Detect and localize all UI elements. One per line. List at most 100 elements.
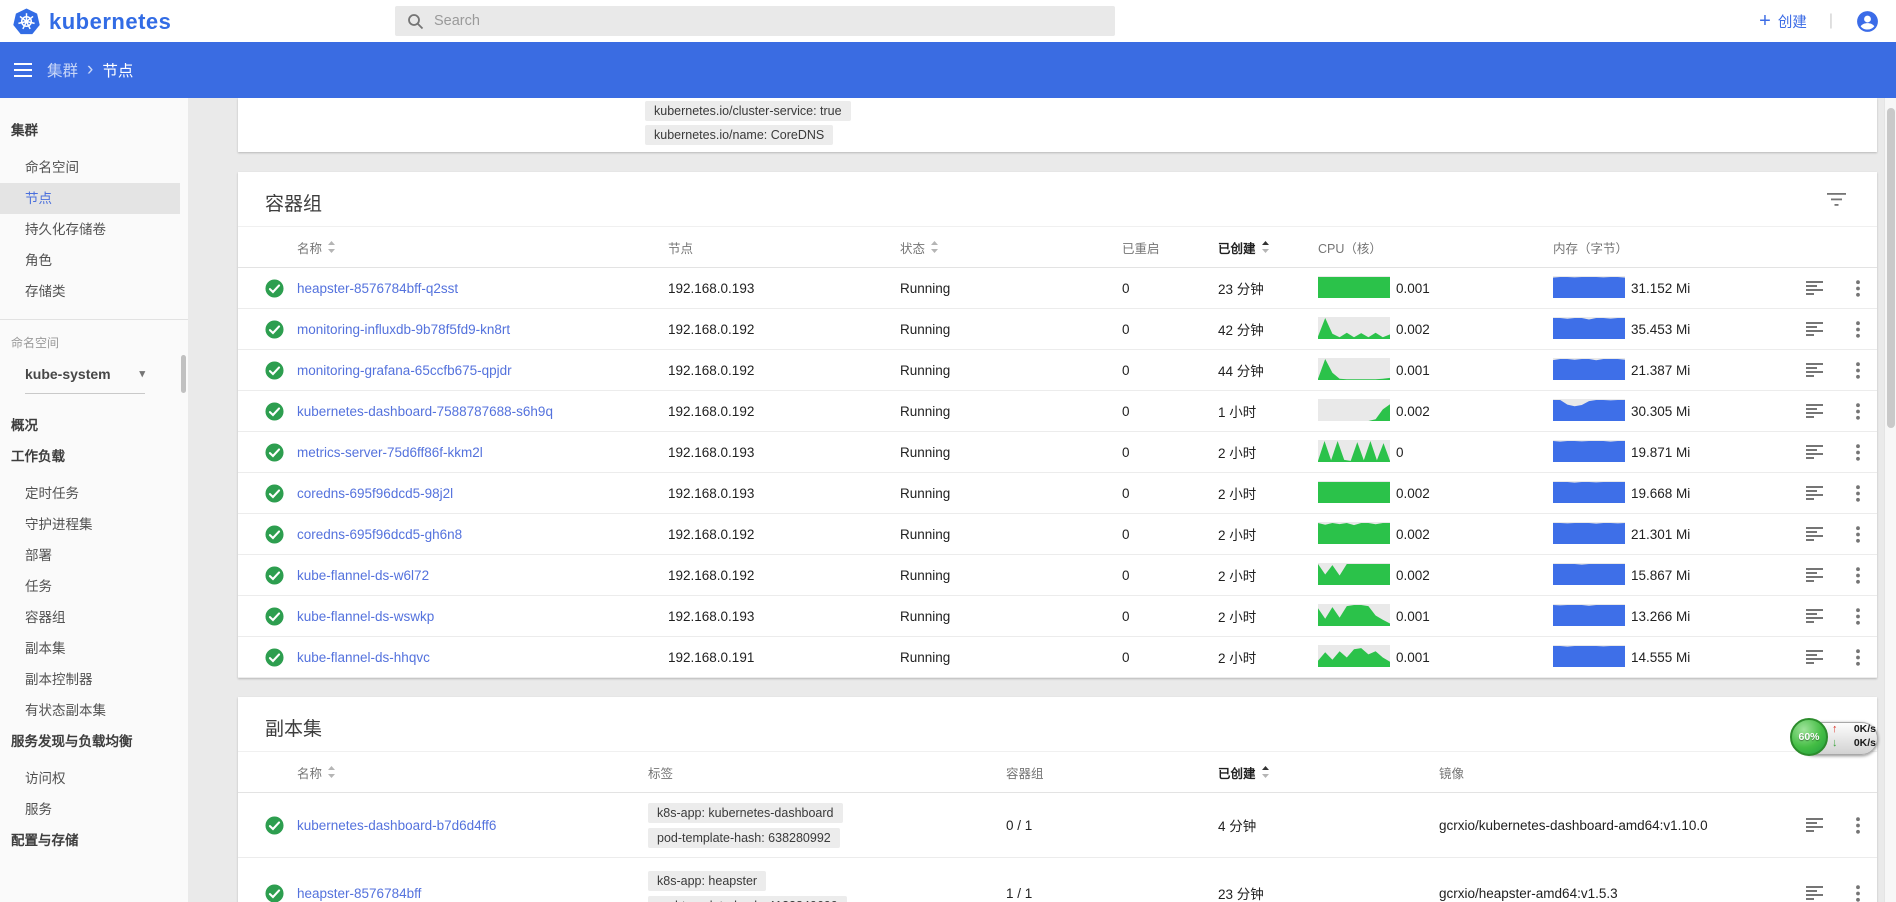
pod-created: 2 小时 (1218, 483, 1318, 503)
pod-name-link[interactable]: kube-flannel-ds-w6l72 (297, 568, 429, 583)
pod-status-ok-icon (265, 279, 297, 298)
network-monitor-overlay[interactable]: 60% ↑ 0K/s ↓ 0K/s (1790, 716, 1882, 760)
pod-menu-button[interactable] (1838, 280, 1877, 297)
pod-menu-button[interactable] (1838, 608, 1877, 625)
sidebar-scrollbar[interactable] (181, 355, 186, 393)
pod-menu-button[interactable] (1838, 649, 1877, 666)
pod-table-row[interactable]: kube-flannel-ds-w6l72 192.168.0.192 Runn… (238, 555, 1877, 596)
sidebar-namespace-select[interactable]: kube-system▾ (25, 354, 145, 394)
breadcrumb-parent[interactable]: 集群 (47, 59, 78, 81)
filter-icon[interactable] (1827, 193, 1846, 211)
sidebar-item-jobs[interactable]: 任务 (0, 571, 188, 602)
pod-logs-button[interactable] (1790, 363, 1838, 377)
pod-menu-button[interactable] (1838, 362, 1877, 379)
pod-table-row[interactable]: monitoring-grafana-65ccfb675-qpjdr 192.1… (238, 350, 1877, 391)
user-avatar-icon[interactable] (1855, 9, 1880, 34)
pod-table-row[interactable]: heapster-8576784bff-q2sst 192.168.0.193 … (238, 268, 1877, 309)
pod-name-link[interactable]: kube-flannel-ds-hhqvc (297, 650, 430, 665)
pod-menu-button[interactable] (1838, 403, 1877, 420)
sidebar-item-replication-controllers[interactable]: 副本控制器 (0, 664, 188, 695)
pod-table-row[interactable]: kubernetes-dashboard-7588787688-s6h9q 19… (238, 391, 1877, 432)
pod-name-link[interactable]: monitoring-influxdb-9b78f5fd9-kn8rt (297, 322, 510, 337)
menu-icon[interactable] (14, 63, 32, 77)
replicaset-name-link[interactable]: heapster-8576784bff (297, 886, 421, 901)
replicaset-logs-button[interactable] (1790, 886, 1838, 900)
page-scrollbar[interactable] (1884, 98, 1896, 902)
column-header-name[interactable]: 名称 (297, 763, 648, 782)
pod-logs-button[interactable] (1790, 609, 1838, 623)
replicaset-name-link[interactable]: kubernetes-dashboard-b7d6d4ff6 (297, 818, 496, 833)
pod-logs-button[interactable] (1790, 404, 1838, 418)
sidebar-item-pods[interactable]: 容器组 (0, 602, 188, 633)
pod-menu-button[interactable] (1838, 485, 1877, 502)
sidebar-group-workloads: 工作负载 (0, 441, 188, 472)
sidebar-item-storage-classes[interactable]: 存储类 (0, 276, 188, 307)
pod-table-row[interactable]: kube-flannel-ds-wswkp 192.168.0.193 Runn… (238, 596, 1877, 637)
cpu-sparkline-chart (1318, 358, 1390, 383)
replicaset-table-row[interactable]: heapster-8576784bff k8s-app: heapsterpod… (238, 858, 1877, 902)
pod-created: 42 分钟 (1218, 319, 1318, 339)
replicaset-menu-button[interactable] (1838, 885, 1877, 902)
replicaset-table-row[interactable]: kubernetes-dashboard-b7d6d4ff6 k8s-app: … (238, 793, 1877, 858)
column-header-labels[interactable]: 标签 (648, 763, 1006, 782)
pod-table-row[interactable]: coredns-695f96dcd5-98j2l 192.168.0.193 R… (238, 473, 1877, 514)
column-header-created[interactable]: 已创建 (1218, 238, 1318, 257)
replicaset-menu-button[interactable] (1838, 817, 1877, 834)
sidebar-group-config-storage: 配置与存储 (0, 825, 188, 856)
column-header-pods[interactable]: 容器组 (1006, 763, 1218, 782)
column-header-cpu[interactable]: CPU（核） (1318, 238, 1553, 257)
pod-name-link[interactable]: coredns-695f96dcd5-gh6n8 (297, 527, 462, 542)
pod-name-link[interactable]: kube-flannel-ds-wswkp (297, 609, 434, 624)
pod-logs-button[interactable] (1790, 527, 1838, 541)
pod-menu-button[interactable] (1838, 444, 1877, 461)
pod-table-row[interactable]: metrics-server-75d6ff86f-kkm2l 192.168.0… (238, 432, 1877, 473)
sidebar-item-replica-sets[interactable]: 副本集 (0, 633, 188, 664)
pod-logs-button[interactable] (1790, 322, 1838, 336)
column-header-status[interactable]: 状态 (900, 238, 1122, 257)
search-input[interactable] (434, 13, 1034, 29)
pod-name-link[interactable]: coredns-695f96dcd5-98j2l (297, 486, 453, 501)
pod-logs-button[interactable] (1790, 568, 1838, 582)
pod-table-row[interactable]: monitoring-influxdb-9b78f5fd9-kn8rt 192.… (238, 309, 1877, 350)
pod-name-link[interactable]: heapster-8576784bff-q2sst (297, 281, 458, 296)
sidebar-item-stateful-sets[interactable]: 有状态副本集 (0, 695, 188, 726)
sidebar-item-deployments[interactable]: 部署 (0, 540, 188, 571)
sidebar-item-persistent-volumes[interactable]: 持久化存储卷 (0, 214, 188, 245)
pod-logs-button[interactable] (1790, 486, 1838, 500)
column-header-name[interactable]: 名称 (297, 238, 668, 257)
pod-logs-button[interactable] (1790, 445, 1838, 459)
pod-menu-button[interactable] (1838, 526, 1877, 543)
pod-table-row[interactable]: kube-flannel-ds-hhqvc 192.168.0.191 Runn… (238, 637, 1877, 678)
brand[interactable]: kubernetes (13, 8, 171, 35)
create-button[interactable]: + 创建 (1759, 11, 1807, 32)
sidebar-item-services[interactable]: 服务 (0, 794, 188, 825)
pod-node: 192.168.0.193 (668, 609, 900, 624)
column-header-node[interactable]: 节点 (668, 238, 900, 257)
replicasets-card: 副本集 名称 标签 容器组 已创建 镜像 kubernetes-dashboar… (238, 697, 1877, 902)
pod-logs-button[interactable] (1790, 281, 1838, 295)
pod-node: 192.168.0.192 (668, 363, 900, 378)
search-bar[interactable] (395, 6, 1115, 36)
column-header-created[interactable]: 已创建 (1218, 763, 1439, 782)
column-header-memory[interactable]: 内存（字节） (1553, 238, 1790, 257)
sidebar-item-cron-jobs[interactable]: 定时任务 (0, 478, 188, 509)
scrollbar-thumb[interactable] (1887, 108, 1895, 428)
pod-menu-button[interactable] (1838, 321, 1877, 338)
sort-icon (930, 241, 939, 253)
sidebar-item-daemon-sets[interactable]: 守护进程集 (0, 509, 188, 540)
sidebar-item-access[interactable]: 访问权 (0, 763, 188, 794)
pod-name-link[interactable]: metrics-server-75d6ff86f-kkm2l (297, 445, 483, 460)
pod-name-link[interactable]: monitoring-grafana-65ccfb675-qpjdr (297, 363, 512, 378)
sidebar-item-roles[interactable]: 角色 (0, 245, 188, 276)
pod-table-row[interactable]: coredns-695f96dcd5-gh6n8 192.168.0.192 R… (238, 514, 1877, 555)
sidebar-item-overview[interactable]: 概况 (0, 410, 188, 441)
column-header-restarts[interactable]: 已重启 (1122, 238, 1218, 257)
pod-name-link[interactable]: kubernetes-dashboard-7588787688-s6h9q (297, 404, 553, 419)
column-header-images[interactable]: 镜像 (1439, 763, 1790, 782)
pod-menu-button[interactable] (1838, 567, 1877, 584)
replicaset-logs-button[interactable] (1790, 818, 1838, 832)
sidebar-item-namespaces[interactable]: 命名空间 (0, 152, 188, 183)
pod-logs-button[interactable] (1790, 650, 1838, 664)
network-usage-badge: 60% (1790, 718, 1828, 756)
sidebar-item-nodes[interactable]: 节点 (0, 183, 180, 214)
